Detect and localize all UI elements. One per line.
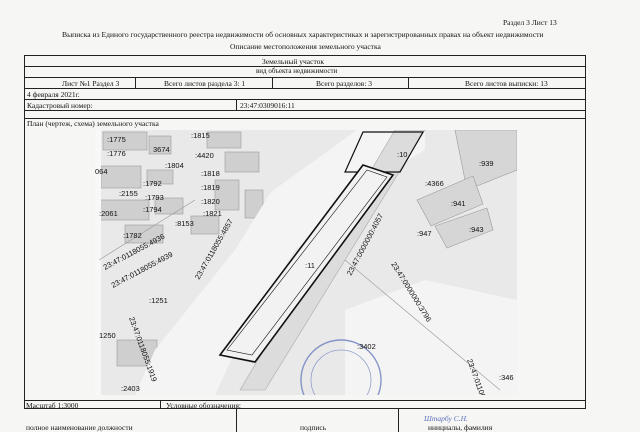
sheet-section: Лист №1 Раздел 3 bbox=[62, 79, 120, 88]
document-title: Выписка из Единого государственного реес… bbox=[62, 30, 544, 39]
footer-position: полное наименование должности bbox=[26, 423, 133, 432]
map-plot-label: :1819 bbox=[201, 183, 220, 192]
map-plot-label: :10 bbox=[397, 150, 407, 159]
map-plot-label: :11 bbox=[305, 261, 315, 270]
map-plot-label: :1815 bbox=[191, 131, 210, 140]
map-plot-label: :2061 bbox=[99, 209, 118, 218]
object-type: вид объекта недвижимости bbox=[256, 67, 338, 75]
map-plot-label: :1818 bbox=[201, 169, 220, 178]
cadastral-number-label: Кадастровый номер: bbox=[27, 101, 93, 110]
map-scale: Масштаб 1:3000 bbox=[26, 401, 79, 410]
map-plot-label: :4366 bbox=[425, 179, 444, 188]
map-drawing: :1775 :1776 3674 :1815 :4420 :1804 064 :1792 :18… bbox=[95, 130, 517, 395]
land-plot-map: :1775 :1776 3674 :1815 :4420 :1804 064 :1792 :18… bbox=[95, 130, 517, 395]
map-plot-label: :1775 bbox=[107, 135, 126, 144]
map-plot-label: :346 bbox=[499, 373, 514, 382]
map-plot-label: :943 bbox=[469, 225, 484, 234]
map-plot-label: :1794 bbox=[143, 205, 162, 214]
map-plot-label: 3674 bbox=[153, 145, 170, 154]
map-plot-label: :3402 bbox=[357, 342, 376, 351]
map-plot-label: :1793 bbox=[145, 193, 164, 202]
map-plot-label: :8153 bbox=[175, 219, 194, 228]
map-plot-label: :1820 bbox=[201, 197, 220, 206]
map-plot-label: :939 bbox=[479, 159, 494, 168]
object-name: Земельный участок bbox=[262, 57, 325, 66]
footer-initials: инициалы, фамилия bbox=[428, 423, 493, 432]
sections-total: Всего разделов: 3 bbox=[316, 79, 373, 88]
map-plot-label: :1821 bbox=[203, 209, 222, 218]
map-plot-label: 064 bbox=[95, 167, 108, 176]
map-plot-label: :941 bbox=[451, 199, 466, 208]
map-plot-label: :4420 bbox=[195, 151, 214, 160]
map-legend: Условные обозначения: bbox=[166, 401, 242, 410]
section-sheet-number: Раздел 3 Лист 13 bbox=[503, 18, 557, 27]
plan-caption: План (чертеж, схема) земельного участка bbox=[27, 119, 159, 128]
map-plot-label: :1776 bbox=[107, 149, 126, 158]
map-plot-label: 1250 bbox=[99, 331, 116, 340]
section-sheets-total: Всего листов раздела 3: 1 bbox=[164, 79, 246, 88]
map-plot-label: :2403 bbox=[121, 384, 140, 393]
map-plot-label: :1804 bbox=[165, 161, 184, 170]
map-plot-label: :1792 bbox=[143, 179, 162, 188]
signature-text: Штарбу С.Н. bbox=[424, 414, 468, 423]
map-plot-label: :1251 bbox=[149, 296, 168, 305]
extract-sheets-total: Всего листов выписки: 13 bbox=[465, 79, 548, 88]
extract-date: 4 февраля 2021г. bbox=[27, 90, 80, 99]
document-subtitle: Описание местоположения земельного участ… bbox=[230, 42, 381, 51]
map-plot-label: :1782 bbox=[123, 231, 142, 240]
footer-signature: подпись bbox=[300, 423, 327, 432]
map-plot-label: :947 bbox=[417, 229, 432, 238]
cadastral-number-value: 23:47:0309016:11 bbox=[240, 101, 295, 110]
map-plot-label: :2155 bbox=[119, 189, 138, 198]
